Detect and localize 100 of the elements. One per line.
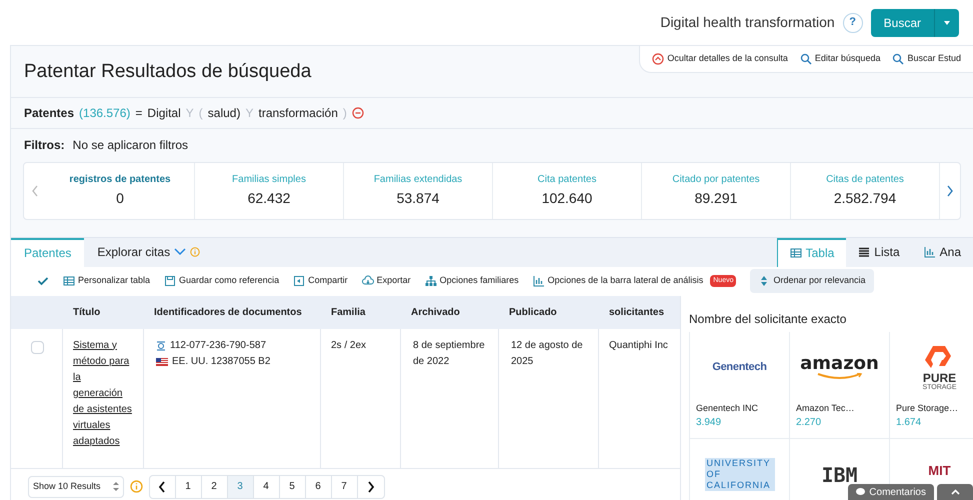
chevron-right-icon [366, 480, 375, 492]
search-options-button[interactable] [934, 8, 959, 36]
column-header: solicitantes [609, 306, 664, 320]
caret-icon [943, 18, 951, 26]
stat-label: registros de patentes [69, 173, 171, 187]
results-tab[interactable]: Explorar citas [84, 238, 214, 266]
company-logo: MIT [928, 462, 951, 480]
page-button[interactable]: 4 [254, 476, 280, 498]
filters-value: No se aplicaron filtros [72, 137, 188, 154]
search-button[interactable]: Buscar [870, 8, 934, 36]
patent-title-link[interactable]: Sistema y método para la generación de asistentes virtuales adaptados [73, 338, 133, 450]
toolbar-button[interactable]: Guardar como referencia [164, 274, 280, 288]
checkmark-icon[interactable] [37, 275, 49, 287]
view-tab[interactable]: Ana [912, 238, 973, 266]
query-action-link[interactable]: Buscar Estud [892, 52, 961, 66]
stat-value: 2.582.794 [834, 189, 896, 208]
page-button[interactable]: 3 [228, 476, 254, 498]
equals-sign: = [135, 104, 142, 122]
chevron-up-icon [950, 489, 960, 495]
chevron-right-icon [946, 184, 954, 196]
page-button[interactable]: 1 [176, 476, 202, 498]
chevron-left-icon [158, 480, 166, 492]
query-operator: Y [245, 104, 254, 122]
applicant-card[interactable]: amazon Amazon Tec… 2.270 [789, 332, 889, 438]
stat-label: Citado por patentes [672, 173, 760, 187]
search-query[interactable]: Digital health transformation [660, 12, 835, 33]
company-logo: amazon [800, 354, 879, 380]
info-icon [190, 247, 200, 257]
company-logo: UNIVERSITY OF CALIFORNIA [704, 458, 774, 491]
column-header: Publicado [509, 306, 557, 320]
sort-icon [112, 482, 119, 491]
applicant-count: 1.674 [896, 416, 922, 430]
search-icon [892, 52, 904, 65]
stat-value: 0 [116, 189, 124, 208]
document-number: EE. UU. 12387055 B2 [172, 354, 270, 368]
stat-value: 62.432 [248, 189, 290, 208]
applicant-name: Pure Storage… [896, 402, 960, 415]
stat-label: Familias simples [232, 173, 306, 187]
bar-chart-icon [532, 275, 545, 287]
query-operator: ( [198, 104, 203, 122]
applicant-name: Amazon Tec… [796, 402, 856, 414]
query-label: Patentes [24, 104, 74, 122]
feedback-button[interactable]: Comentarios [848, 484, 934, 500]
page-title: Patentar Resultados de búsqueda [23, 60, 312, 84]
toolbar-button[interactable]: Personalizar tabla [63, 274, 150, 288]
applicant-cell: Quantiphi Inc [609, 340, 668, 350]
stat-value: 53.874 [396, 189, 440, 208]
document-id-icon [156, 340, 166, 350]
query-term: salud) [208, 104, 240, 122]
page-button[interactable]: 7 [332, 476, 358, 498]
column-header: Título [73, 306, 100, 320]
query-count: (136.576) [79, 104, 130, 122]
filed-date: 8 de septiembre de 2022 [413, 340, 485, 366]
filters-label: Filtros: [24, 137, 65, 154]
toolbar-button[interactable]: Compartir [293, 274, 348, 288]
list-icon [858, 246, 870, 258]
view-tab[interactable]: Lista [846, 238, 912, 266]
applicant-count: 2.270 [796, 416, 822, 430]
lens-id: 112-077-236-790-587 [170, 338, 266, 352]
applicant-card[interactable]: UNIVERSITY OF CALIFORNIA [689, 438, 789, 500]
column-header: Archivado [411, 306, 460, 320]
stat-label: Familias extendidas [374, 173, 462, 187]
row-checkbox[interactable] [31, 340, 44, 354]
query-action-link[interactable]: Ocultar detalles de la consulta [652, 52, 788, 66]
applicant-count: 3.949 [696, 416, 722, 430]
company-logo: Genentech [712, 360, 767, 376]
applicants-title: Nombre del solicitante exacto [689, 310, 848, 328]
stat-item[interactable]: Familias simples 62.432 [195, 162, 344, 218]
published-date: 12 de agosto de 2025 [511, 340, 583, 366]
scroll-up-button[interactable] [937, 484, 973, 500]
query-term: Digital [147, 104, 181, 122]
stat-value: 102.640 [542, 189, 592, 208]
applicant-name: Genentech INC [696, 402, 760, 414]
page-button[interactable]: 5 [280, 476, 306, 498]
hierarchy-icon [424, 275, 437, 287]
toolbar-button[interactable]: Exportar [362, 274, 411, 288]
remove-icon[interactable] [352, 106, 364, 118]
chat-bubble-icon [856, 488, 866, 496]
help-button[interactable]: ? [842, 12, 863, 32]
page-button[interactable]: 6 [306, 476, 332, 498]
info-icon [130, 480, 143, 493]
page-size-select[interactable]: Show 10 Results [28, 476, 124, 498]
table-icon [63, 275, 75, 287]
column-header: Familia [331, 306, 366, 320]
bar-chart-icon [924, 246, 936, 258]
family-cell: 2s / 2ex [331, 340, 366, 350]
floppy-icon [164, 275, 176, 287]
chevron-left-icon [31, 184, 39, 196]
stat-label: Citas de patentes [826, 173, 904, 187]
stat-value: 89.291 [694, 189, 738, 208]
share-icon [293, 275, 306, 287]
query-action-link[interactable]: Editar búsqueda [800, 52, 880, 66]
toolbar-button[interactable]: Opciones familiares [424, 274, 519, 288]
search-icon [800, 52, 812, 65]
chevron-down-icon [174, 248, 186, 256]
toolbar-button[interactable]: Ordenar por relevancia [750, 269, 874, 293]
flag-icon [156, 358, 168, 366]
column-header: Identificadores de documentos [154, 306, 302, 320]
stat-label: Cita patentes [538, 173, 596, 187]
applicant-card[interactable]: Genentech Genentech INC 3.949 [689, 332, 789, 438]
